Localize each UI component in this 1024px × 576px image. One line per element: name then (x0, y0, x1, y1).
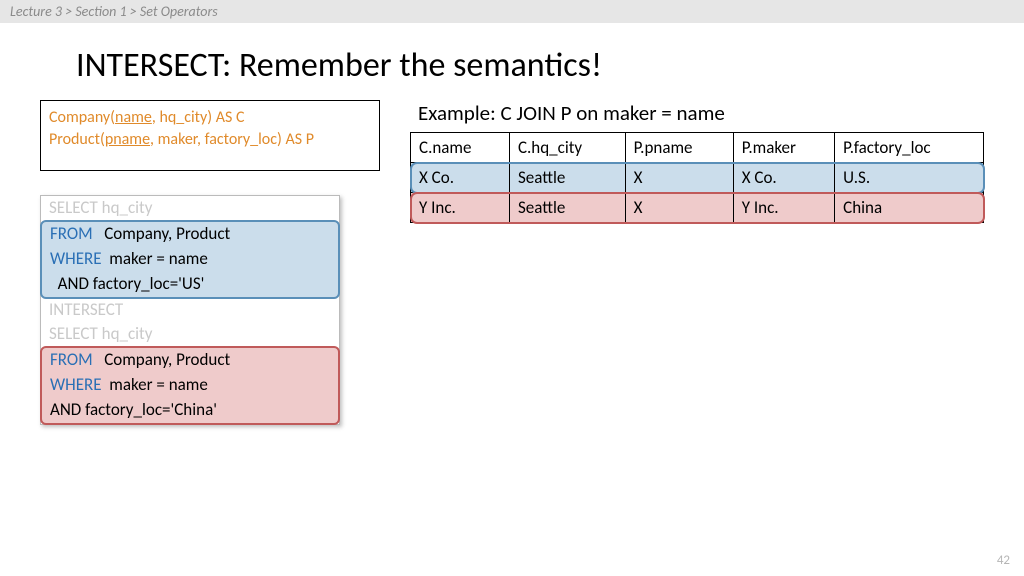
table-row: X Co.SeattleXX Co.U.S. (411, 163, 984, 193)
sql-select-2: SELECT hq_city (41, 322, 339, 347)
table-cell: X Co. (411, 163, 510, 193)
table-cell: U.S. (835, 163, 984, 193)
sql-intersect: INTERSECT (41, 298, 339, 323)
table-cell: China (835, 193, 984, 223)
col-pmaker: P.maker (733, 133, 834, 163)
table-cell: Y Inc. (733, 193, 834, 223)
sql-query-box: SELECT hq_city FROM Company, Product WHE… (40, 195, 380, 425)
table-cell: X (625, 163, 733, 193)
col-chqcity: C.hq_city (509, 133, 625, 163)
schema-box: Company(name, hq_city) AS C Product(pnam… (40, 100, 380, 171)
example-title: Example: C JOIN P on maker = name (418, 100, 984, 126)
col-pname: P.pname (625, 133, 733, 163)
col-pfactory: P.factory_loc (835, 133, 984, 163)
table-header-row: C.name C.hq_city P.pname P.maker P.facto… (411, 133, 984, 163)
breadcrumb: Lecture 3 > Section 1 > Set Operators (0, 0, 1024, 23)
page-number: 42 (997, 553, 1010, 568)
schema-line-1: Company(name, hq_city) AS C (49, 107, 371, 129)
col-cname: C.name (411, 133, 510, 163)
table-cell: Seattle (509, 193, 625, 223)
schema-line-2: Product(pname, maker, factory_loc) AS P (49, 129, 371, 151)
sql-select-1: SELECT hq_city (41, 196, 339, 221)
join-result-table: C.name C.hq_city P.pname P.maker P.facto… (410, 132, 984, 223)
sql-highlight-china: FROM Company, Product WHERE maker = name… (40, 346, 340, 425)
table-cell: Y Inc. (411, 193, 510, 223)
sql-highlight-us: FROM Company, Product WHERE maker = name… (40, 220, 340, 299)
table-row: Y Inc.SeattleXY Inc.China (411, 193, 984, 223)
table-cell: X Co. (733, 163, 834, 193)
table-cell: Seattle (509, 163, 625, 193)
slide-title: INTERSECT: Remember the semantics! (76, 45, 1024, 86)
table-cell: X (625, 193, 733, 223)
